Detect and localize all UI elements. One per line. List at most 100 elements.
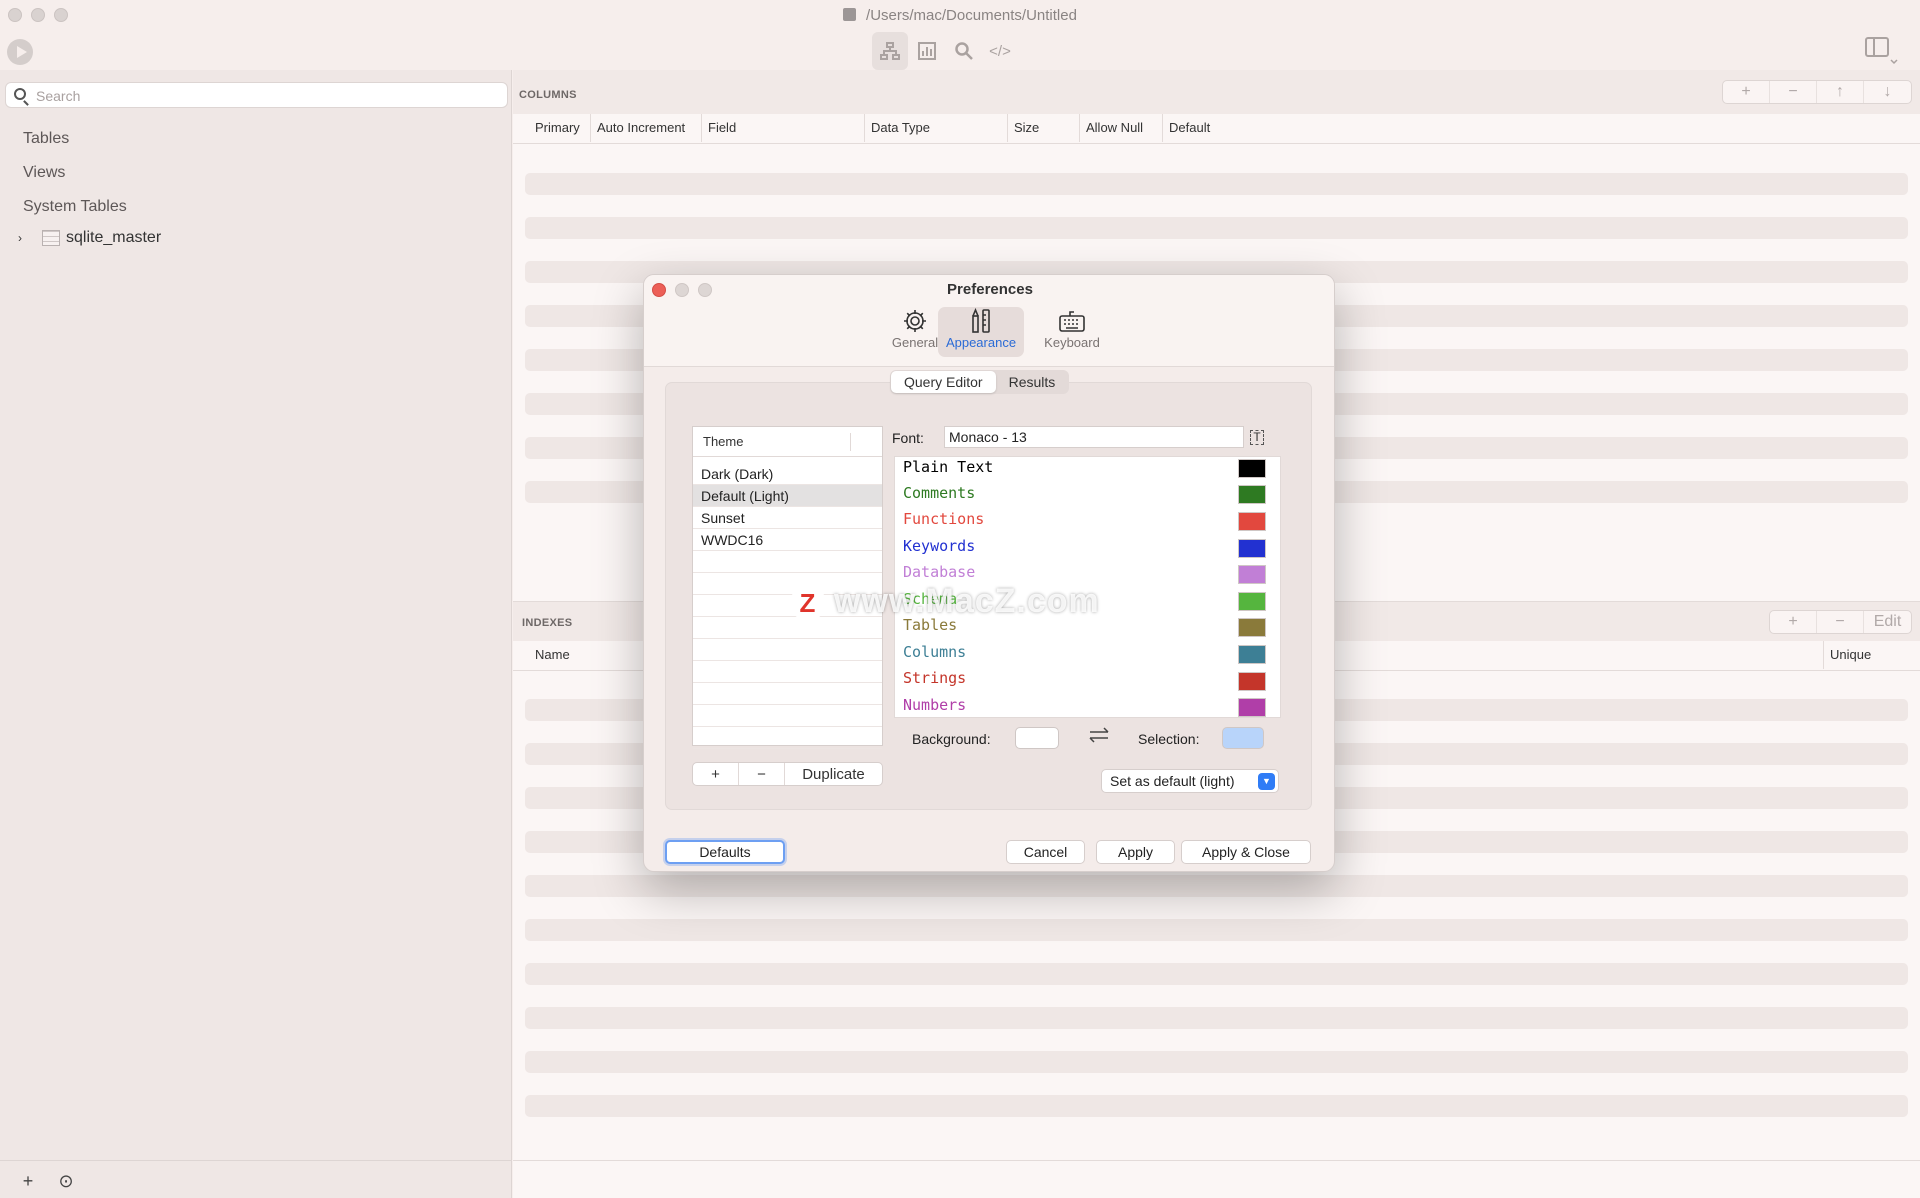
table-row[interactable] xyxy=(525,1095,1908,1117)
duplicate-theme-button[interactable]: Duplicate xyxy=(785,763,882,785)
tab-keyboard[interactable]: Keyboard xyxy=(1029,307,1115,357)
sidebar-item-views[interactable]: Views xyxy=(23,164,65,182)
font-label: Font: xyxy=(892,430,924,446)
tab-keyboard-label: Keyboard xyxy=(1044,335,1100,350)
syntax-label-columns: Columns xyxy=(903,643,967,661)
sidebar-item-system-tables[interactable]: System Tables xyxy=(23,198,127,216)
index-header-unique[interactable]: Unique xyxy=(1823,641,1871,669)
remove-index-button[interactable]: − xyxy=(1817,611,1864,633)
remove-theme-button[interactable]: − xyxy=(739,763,785,785)
swap-colors-icon[interactable] xyxy=(1086,725,1116,747)
defaults-button[interactable]: Defaults xyxy=(665,840,785,864)
cancel-button[interactable]: Cancel xyxy=(1006,840,1085,864)
col-header-auto-increment[interactable]: Auto Increment xyxy=(590,114,685,142)
table-row[interactable] xyxy=(525,875,1908,897)
col-header-primary[interactable]: Primary xyxy=(529,114,580,142)
table-icon xyxy=(42,230,60,246)
color-swatch-comments[interactable] xyxy=(1238,485,1266,504)
table-row[interactable] xyxy=(525,963,1908,985)
code-icon[interactable]: </> xyxy=(982,32,1018,70)
sidebar-item-tables[interactable]: Tables xyxy=(23,130,69,148)
syntax-label-functions: Functions xyxy=(903,510,985,528)
theme-column-header: Theme xyxy=(693,427,882,457)
panel-toggle-icon[interactable] xyxy=(1858,32,1902,70)
color-swatch-plain-text[interactable] xyxy=(1238,459,1266,478)
columns-button-group: + − ↑ ↓ xyxy=(1722,80,1912,104)
col-header-default[interactable]: Default xyxy=(1162,114,1210,142)
background-color-well[interactable] xyxy=(1015,727,1059,749)
col-header-data-type[interactable]: Data Type xyxy=(864,114,930,142)
theme-item-selected[interactable]: Default (Light) xyxy=(693,485,882,507)
color-swatch-keywords[interactable] xyxy=(1238,539,1266,558)
status-bar xyxy=(513,1160,1920,1198)
font-picker-icon[interactable]: T xyxy=(1245,425,1269,449)
edit-index-button[interactable]: Edit xyxy=(1864,611,1911,633)
table-row[interactable] xyxy=(525,217,1908,239)
theme-empty-row xyxy=(693,683,882,705)
selection-label: Selection: xyxy=(1138,731,1200,747)
indexes-section-label: INDEXES xyxy=(522,617,573,629)
theme-item[interactable]: Sunset xyxy=(693,507,882,529)
play-icon[interactable] xyxy=(7,39,33,65)
color-swatch-numbers[interactable] xyxy=(1238,698,1266,717)
theme-item[interactable]: WWDC16 xyxy=(693,529,882,551)
color-swatch-functions[interactable] xyxy=(1238,512,1266,531)
keyboard-icon xyxy=(1029,307,1115,335)
theme-item[interactable]: Dark (Dark) xyxy=(693,463,882,485)
watermark-text: www.MacZ.com xyxy=(834,582,1100,620)
search-icon xyxy=(14,88,26,100)
indexes-button-group: + − Edit xyxy=(1769,610,1912,634)
tab-appearance[interactable]: Appearance xyxy=(938,307,1024,357)
title-bar: /Users/mac/Documents/Untitled xyxy=(0,0,1920,32)
theme-empty-row xyxy=(693,705,882,727)
add-index-button[interactable]: + xyxy=(1770,611,1817,633)
add-theme-button[interactable]: + xyxy=(693,763,739,785)
add-icon[interactable]: + xyxy=(16,1169,40,1193)
set-default-select[interactable]: Set as default (light) ▼ xyxy=(1101,769,1279,793)
table-row[interactable] xyxy=(525,1007,1908,1029)
remove-column-button[interactable]: − xyxy=(1770,81,1817,103)
chevron-right-icon[interactable]: › xyxy=(18,231,38,245)
dialog-title: Preferences xyxy=(947,281,1033,298)
search-input[interactable] xyxy=(34,87,494,105)
theme-empty-row xyxy=(693,639,882,661)
table-row[interactable] xyxy=(525,1051,1908,1073)
search-icon[interactable] xyxy=(946,32,982,70)
move-down-button[interactable]: ↓ xyxy=(1864,81,1911,103)
selection-color-well[interactable] xyxy=(1222,727,1264,749)
table-row[interactable] xyxy=(525,919,1908,941)
subtab-results[interactable]: Results xyxy=(996,371,1069,393)
search-box[interactable] xyxy=(5,82,508,108)
syntax-label-numbers: Numbers xyxy=(903,696,967,714)
watermark: Zwww.MacZ.com xyxy=(790,582,1100,621)
window-title: /Users/mac/Documents/Untitled xyxy=(866,7,1077,24)
col-header-allow-null[interactable]: Allow Null xyxy=(1079,114,1143,142)
theme-empty-row xyxy=(693,727,882,749)
index-header-name[interactable]: Name xyxy=(529,641,570,669)
color-swatch-columns[interactable] xyxy=(1238,645,1266,664)
color-swatch-strings[interactable] xyxy=(1238,672,1266,691)
more-options-icon[interactable]: ⊙ xyxy=(54,1169,78,1193)
theme-button-group: + − Duplicate xyxy=(692,762,883,786)
syntax-label-keywords: Keywords xyxy=(903,537,976,555)
col-header-field[interactable]: Field xyxy=(701,114,736,142)
move-up-button[interactable]: ↑ xyxy=(1817,81,1864,103)
apply-close-button[interactable]: Apply & Close xyxy=(1181,840,1311,864)
sidebar-footer: + ⊙ xyxy=(0,1160,512,1198)
syntax-label-comments: Comments xyxy=(903,484,976,502)
col-header-size[interactable]: Size xyxy=(1007,114,1039,142)
color-swatch-database[interactable] xyxy=(1238,565,1266,584)
table-row[interactable] xyxy=(525,173,1908,195)
color-swatch-schema[interactable] xyxy=(1238,592,1266,611)
theme-empty-row xyxy=(693,661,882,683)
font-field[interactable]: Monaco - 13 xyxy=(944,426,1244,448)
apply-button[interactable]: Apply xyxy=(1096,840,1175,864)
columns-header: COLUMNS + − ↑ ↓ xyxy=(513,70,1920,114)
color-swatch-tables[interactable] xyxy=(1238,618,1266,637)
tree-item-sqlite-master[interactable]: › sqlite_master xyxy=(18,226,161,250)
add-column-button[interactable]: + xyxy=(1723,81,1770,103)
structure-icon[interactable] xyxy=(872,32,908,70)
subtab-query-editor[interactable]: Query Editor xyxy=(891,371,996,393)
chart-icon[interactable] xyxy=(909,32,945,70)
background-label: Background: xyxy=(912,731,991,747)
